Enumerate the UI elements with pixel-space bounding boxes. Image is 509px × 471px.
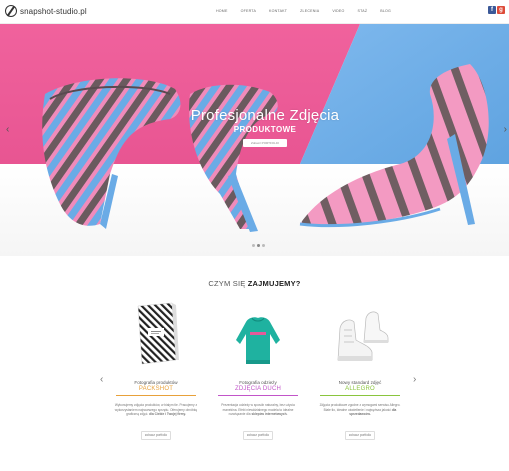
card-caption: Fotografia produktów [134, 380, 178, 385]
slider-dot[interactable] [262, 244, 265, 247]
slider-next-icon[interactable]: › [504, 124, 507, 135]
section-heading-light: CZYM SIĘ [208, 279, 246, 288]
service-card-duch: Fotografia odzieży ZDJĘCIA DUCH Prezenta… [208, 300, 308, 440]
slider-dot-active[interactable] [257, 244, 260, 247]
section-heading-bold: ZAJMUJEMY? [247, 279, 301, 288]
slider-dots [252, 244, 267, 247]
card-description-bold: dla Ciebie i Twojej firmy. [149, 412, 186, 417]
nav-item-kontakt[interactable]: KONTAKT [269, 9, 287, 13]
nav-item-video[interactable]: VIDEO [332, 9, 344, 13]
hero-subtitle: PRODUKTOWE [233, 125, 297, 134]
service-card-allegro: Nowy standard zdjęć ALLEGRO Zdjęcia prod… [310, 300, 410, 440]
hero-title: Profesjonalne Zdjęcia [190, 107, 340, 124]
nav-item-zlecenia[interactable]: ZLECENIA [300, 9, 319, 13]
card-portfolio-button[interactable]: zobacz portfolio [345, 431, 375, 440]
card-caption: Nowy standard zdjęć [338, 380, 382, 385]
card-title: PACKSHOT [138, 386, 174, 392]
logo[interactable]: snapshot-studio.pl [5, 5, 87, 17]
card-description: Wykonujemy zdjęcia produktów, w białym t… [114, 403, 198, 423]
logo-icon [5, 5, 17, 17]
social-links: f g [487, 6, 505, 14]
carousel-prev-icon[interactable]: ‹ [100, 374, 103, 385]
card-title: ALLEGRO [345, 386, 375, 392]
card-description-text: Zdjęcia produktowe zgodne z wymogami ser… [319, 403, 401, 412]
services-carousel: ‹ › Fotografia produktów PACKSHOT Wykonu… [0, 300, 509, 471]
section-heading: CZYM SIĘ ZAJMUJEMY? [0, 279, 509, 288]
card-divider [320, 395, 400, 396]
card-description: Prezentacja odzieży w sposób naturalny, … [216, 403, 300, 423]
slider-dot[interactable] [252, 244, 255, 247]
slider-prev-icon[interactable]: ‹ [6, 124, 9, 135]
striped-box-photo [137, 302, 179, 365]
card-title: ZDJĘCIA DUCH [234, 386, 282, 392]
site-header: snapshot-studio.pl HOME OFERTA KONTAKT Z… [0, 0, 509, 24]
card-portfolio-button[interactable]: zobacz portfolio [141, 431, 171, 440]
nav-item-staz[interactable]: STAŻ [358, 9, 368, 13]
facebook-icon[interactable]: f [488, 6, 496, 14]
white-sneakers-photo [337, 311, 389, 361]
card-caption: Fotografia odzieży [239, 380, 277, 385]
carousel-next-icon[interactable]: › [413, 374, 416, 385]
nav-item-oferta[interactable]: OFERTA [241, 9, 256, 13]
hero-portfolio-button[interactable]: Zobacz PORTFOLIO [243, 139, 287, 147]
main-nav: HOME OFERTA KONTAKT ZLECENIA VIDEO STAŻ … [216, 9, 404, 13]
card-description-bold: sklepów internetowych. [251, 412, 288, 417]
service-card-packshot: Fotografia produktów PACKSHOT Wykonujemy… [106, 300, 206, 440]
card-description: Zdjęcia produktowe zgodne z wymogami ser… [318, 403, 402, 423]
card-divider [218, 395, 298, 396]
teal-sweater-photo [236, 317, 280, 364]
google-plus-icon[interactable]: g [497, 6, 505, 14]
card-divider [116, 395, 196, 396]
nav-item-home[interactable]: HOME [216, 9, 228, 13]
logo-text: snapshot-studio.pl [20, 6, 87, 16]
nav-item-blog[interactable]: BLOG [380, 9, 391, 13]
card-portfolio-button[interactable]: zobacz portfolio [243, 431, 273, 440]
hero-slider: Profesjonalne Zdjęcia PRODUKTOWE Zobacz … [0, 24, 509, 256]
